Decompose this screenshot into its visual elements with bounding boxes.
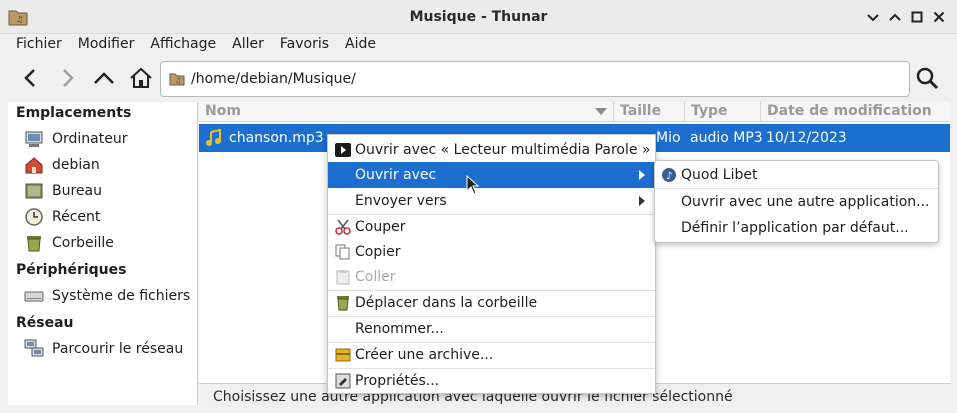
home-icon [130,67,152,88]
menu-item-cut[interactable]: Couper [328,214,655,240]
close-icon [933,11,945,23]
menu-item-send-to[interactable]: Envoyer vers [328,188,655,214]
recent-clock-icon [24,207,44,227]
sidebar-item-label: Système de fichiers [52,288,191,304]
scissors-icon [335,219,351,235]
sidebar-item-recent[interactable]: Récent [24,205,100,229]
copy-icon [335,244,351,260]
menu-item-open-with-parole[interactable]: Ouvrir avec « Lecteur multimédia Parole … [328,137,655,163]
file-size: Mio [656,130,681,146]
sidebar-item-label: debian [52,157,100,173]
sidebar-item-label: Parcourir le réseau [52,341,184,357]
sidebar-heading-peripheriques: Périphériques [16,262,127,278]
svg-text:♪: ♪ [666,171,672,182]
open-with-submenu: ♪ Quod Libet Ouvrir avec une autre appli… [654,160,939,243]
sort-down-icon [595,108,607,115]
forward-button[interactable] [52,63,82,93]
submenu-arrow-icon [639,196,645,206]
sidebar-item-corbeille[interactable]: Corbeille [24,231,114,255]
sidebar-item-parcourir-le-reseau[interactable]: Parcourir le réseau [24,337,183,361]
chevron-right-icon [63,69,74,87]
context-menu: Ouvrir avec « Lecteur multimédia Parole … [327,134,656,394]
column-header-row: Nom Taille Type Date de modification [199,102,950,122]
shade-button[interactable] [886,8,904,26]
home-folder-icon [24,155,44,175]
sidebar-item-label: Bureau [52,183,102,199]
column-header-type[interactable]: Type [685,102,761,122]
menu-item-create-archive[interactable]: Créer une archive... [328,342,655,368]
sidebar-item-debian[interactable]: debian [24,153,100,177]
menu-item-copy[interactable]: Copier [328,239,655,265]
column-header-date[interactable]: Date de modification [761,102,950,122]
menu-bar: Fichier Modifier Affichage Aller Favoris… [0,34,957,56]
maximize-button[interactable] [908,8,926,26]
sidebar-item-label: Ordinateur [52,131,128,147]
properties-icon [335,373,351,389]
file-name: chanson.mp3 [229,130,324,146]
window-title: Musique - Thunar [409,9,548,25]
desktop-icon [24,181,44,201]
maximize-icon [911,11,923,23]
menu-aller[interactable]: Aller [224,34,272,56]
sidebar-item-label: Corbeille [52,235,114,251]
search-button[interactable] [912,63,942,93]
search-icon [916,67,939,90]
location-bar[interactable]: ♫ /home/debian/Musique/ [160,61,910,97]
toolbar: ♫ /home/debian/Musique/ [0,58,957,100]
sidebar-item-ordinateur[interactable]: Ordinateur [24,127,128,151]
menu-item-move-to-trash[interactable]: Déplacer dans la corbeille [328,290,655,316]
drive-icon [24,286,44,306]
submenu-item-set-default[interactable]: Définir l’application par défaut... [655,215,938,241]
sidebar-item-systeme-de-fichiers[interactable]: Système de fichiers [24,284,190,308]
location-path: /home/debian/Musique/ [191,71,356,87]
trash-icon [24,233,44,253]
menu-item-paste[interactable]: Coller [328,264,655,290]
menu-favoris[interactable]: Favoris [272,34,337,56]
archive-icon [335,347,351,363]
back-button[interactable] [16,63,46,93]
menu-fichier[interactable]: Fichier [8,34,70,56]
column-header-size[interactable]: Taille [614,102,685,122]
play-icon [335,142,351,158]
audio-file-icon [206,129,221,146]
sidebar: Emplacements Ordinateur debian Bureau Ré… [8,102,198,405]
submenu-arrow-icon [639,170,645,180]
chevron-up-icon [889,13,901,21]
menu-aide[interactable]: Aide [337,34,384,56]
menu-item-rename[interactable]: Renommer... [328,316,655,342]
sidebar-heading-emplacements: Emplacements [16,105,132,121]
computer-icon [24,129,44,149]
submenu-item-other-application[interactable]: Ouvrir avec une autre application... [655,189,938,215]
trash-icon [335,295,351,311]
sidebar-heading-reseau: Réseau [16,315,74,331]
menu-item-open-with[interactable]: Ouvrir avec [328,162,655,188]
paste-icon [335,269,351,285]
quodlibet-icon: ♪ [661,167,677,183]
chevron-left-icon [24,69,35,87]
menu-modifier[interactable]: Modifier [70,34,143,56]
title-bar: ♫ Musique - Thunar [0,0,957,34]
column-header-name[interactable]: Nom [199,102,614,122]
mouse-cursor-icon [466,175,480,195]
close-button[interactable] [930,8,948,26]
sidebar-item-bureau[interactable]: Bureau [24,179,102,203]
sidebar-item-label: Récent [52,209,101,225]
chevron-down-icon [867,14,879,22]
file-date: 10/12/2023 [766,130,847,146]
home-button[interactable] [126,63,156,93]
up-button[interactable] [89,63,119,93]
file-type: audio MP3 [690,130,763,146]
menu-item-properties[interactable]: Propriétés... [328,368,655,394]
submenu-item-quod-libet[interactable]: ♪ Quod Libet [655,162,938,188]
minimize-button[interactable] [864,8,882,26]
folder-music-icon: ♫ [169,73,185,86]
menu-affichage[interactable]: Affichage [142,34,224,56]
svg-text:♫: ♫ [175,77,181,85]
chevron-up-icon [94,72,114,84]
network-icon [24,339,44,359]
